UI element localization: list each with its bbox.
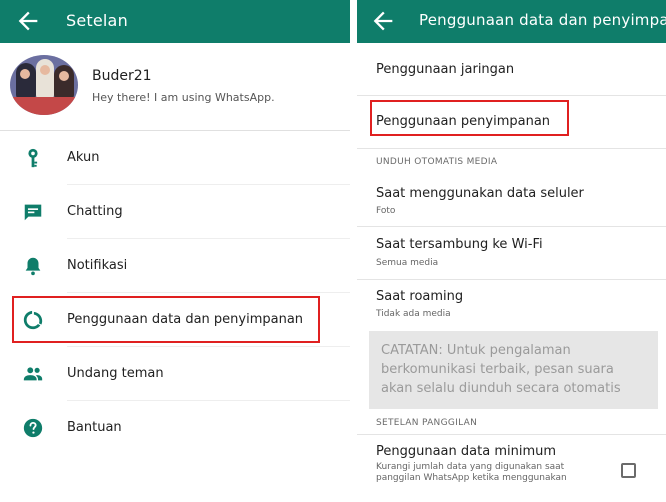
menu-item-label: Bantuan <box>67 420 122 435</box>
back-arrow-icon[interactable] <box>369 7 397 35</box>
back-arrow-icon[interactable] <box>14 7 42 35</box>
low-data-checkbox[interactable] <box>621 463 636 478</box>
menu-item-undang-teman[interactable]: Undang teman <box>0 347 350 401</box>
menu-item-label: Chatting <box>67 204 123 219</box>
chat-icon <box>24 204 42 221</box>
menu-item-label: Akun <box>67 150 100 165</box>
menu-item-akun[interactable]: Akun <box>0 131 350 185</box>
network-usage-item[interactable]: Penggunaan jaringan <box>357 43 666 95</box>
voice-message-note: CATATAN: Untuk pengalaman berkomunikasi … <box>369 331 658 409</box>
data-storage-appbar: Penggunaan data dan penyimpan <box>357 0 666 43</box>
settings-appbar: Setelan <box>0 0 350 43</box>
network-usage-label: Penggunaan jaringan <box>376 62 515 77</box>
menu-item-label: Undang teman <box>67 366 164 381</box>
avatar[interactable] <box>10 55 78 115</box>
bell-icon <box>25 257 41 276</box>
auto-download-value: Semua media <box>376 258 439 268</box>
auto-download-roaming-item[interactable]: Saat roaming Tidak ada media <box>357 280 666 330</box>
auto-download-title: Saat menggunakan data seluler <box>376 186 584 201</box>
help-icon <box>23 418 43 438</box>
auto-download-value: Foto <box>376 206 396 216</box>
menu-item-chatting[interactable]: Chatting <box>0 185 350 239</box>
auto-download-wifi-item[interactable]: Saat tersambung ke Wi-Fi Semua media <box>357 227 666 279</box>
data-storage-screen: Penggunaan data dan penyimpan Penggunaan… <box>357 0 666 502</box>
call-settings-header: SETELAN PANGGILAN <box>376 418 478 428</box>
auto-download-value: Tidak ada media <box>376 309 451 319</box>
auto-download-header: UNDUH OTOMATIS MEDIA <box>376 157 498 167</box>
profile-status: Hey there! I am using WhatsApp. <box>92 91 275 104</box>
highlight-box <box>12 296 320 343</box>
page-title: Penggunaan data dan penyimpan <box>419 11 666 29</box>
key-icon <box>28 148 38 168</box>
menu-item-bantuan[interactable]: Bantuan <box>0 401 350 455</box>
settings-screen: Setelan Buder21 Hey there! I am using Wh… <box>0 0 350 502</box>
people-icon <box>23 367 43 381</box>
page-title: Setelan <box>66 11 128 30</box>
auto-download-mobile-item[interactable]: Saat menggunakan data seluler Foto <box>357 174 666 226</box>
low-data-description: Kurangi jumlah data yang digunakan saat … <box>376 462 567 483</box>
low-data-title: Penggunaan data minimum <box>376 444 557 459</box>
auto-download-title: Saat tersambung ke Wi-Fi <box>376 237 543 252</box>
highlight-box <box>370 100 569 136</box>
profile-row[interactable]: Buder21 Hey there! I am using WhatsApp. <box>0 43 350 131</box>
menu-item-label: Notifikasi <box>67 258 128 273</box>
low-data-usage-item[interactable]: Penggunaan data minimum Kurangi jumlah d… <box>357 435 666 502</box>
auto-download-title: Saat roaming <box>376 289 464 304</box>
menu-item-notifikasi[interactable]: Notifikasi <box>0 239 350 293</box>
profile-name: Buder21 <box>92 68 152 84</box>
